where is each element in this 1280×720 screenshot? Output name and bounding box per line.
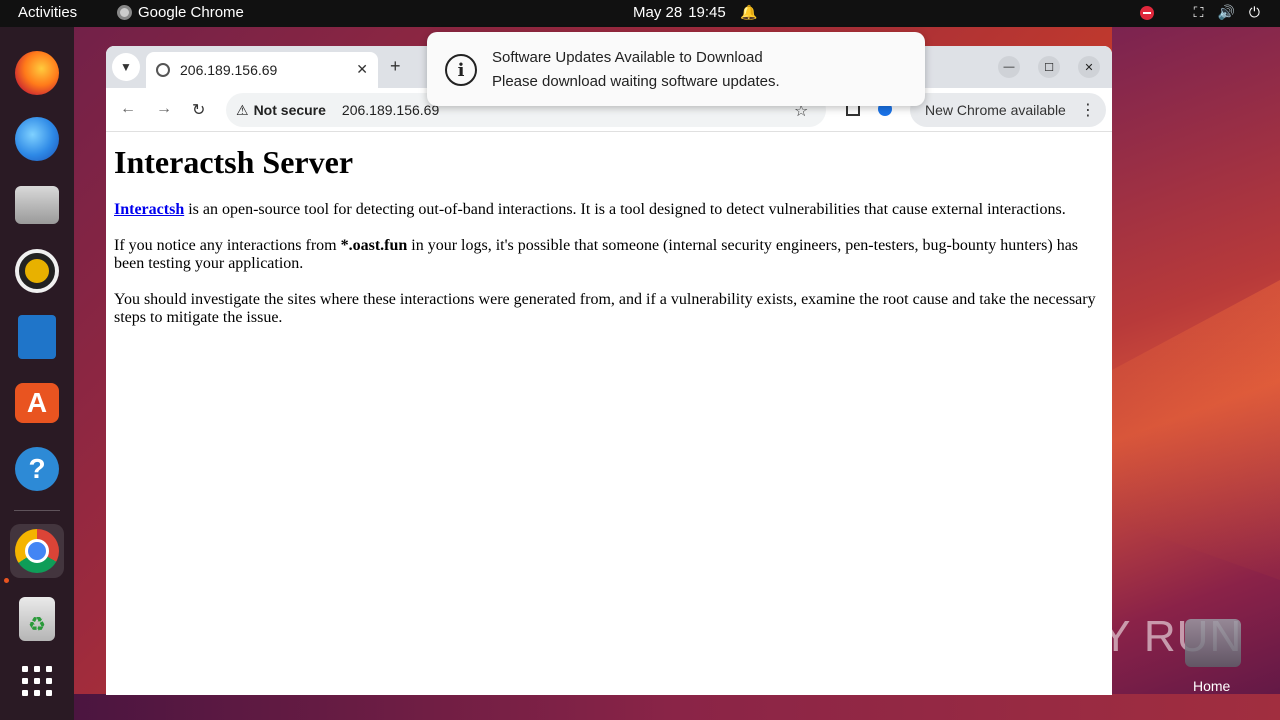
dock-thunderbird[interactable] <box>10 112 64 166</box>
dock: A ? ♻ <box>0 27 74 720</box>
dock-help[interactable]: ? <box>10 442 64 496</box>
maximize-button[interactable]: ☐ <box>1038 56 1060 78</box>
home-folder-icon[interactable] <box>1185 619 1241 667</box>
thunderbird-icon <box>15 117 59 161</box>
tab-title: 206.189.156.69 <box>180 62 278 78</box>
dock-app-center[interactable]: A <box>10 376 64 430</box>
dock-files[interactable] <box>10 178 64 232</box>
dock-rhythmbox[interactable] <box>10 244 64 298</box>
chevron-down-icon: ▼ <box>120 60 132 74</box>
app-menu[interactable]: Google Chrome <box>117 4 244 21</box>
notification-title: Software Updates Available to Download <box>492 49 763 66</box>
show-apps-button[interactable] <box>10 654 64 708</box>
interactsh-link[interactable]: Interactsh <box>114 201 184 218</box>
warning-icon[interactable]: ⚠ <box>236 102 249 119</box>
notification-bell-icon[interactable]: 🔔 <box>740 4 757 21</box>
home-label[interactable]: Home <box>1193 678 1230 694</box>
page-title: Interactsh Server <box>114 144 354 180</box>
info-icon: i <box>445 54 477 86</box>
page-content: Interactsh Server Interactsh is an open-… <box>106 133 1112 695</box>
chrome-window: ▼ 206.189.156.69 ✕ + — ☐ ✕ ← → ↻ ⚠ Not s… <box>106 46 1112 695</box>
close-tab-icon[interactable]: ✕ <box>356 61 368 78</box>
app-name: Google Chrome <box>138 4 244 21</box>
rhythmbox-icon <box>15 249 59 293</box>
top-bar: Activities Google Chrome May 28 19:45 🔔 … <box>0 0 1280 27</box>
paragraph-investigate: You should investigate the sites where t… <box>114 291 1096 326</box>
show-apps-icon <box>22 666 52 696</box>
do-not-disturb-icon <box>1139 5 1154 20</box>
back-button[interactable]: ← <box>120 100 136 118</box>
dock-writer[interactable] <box>10 310 64 364</box>
tab-active[interactable]: 206.189.156.69 ✕ <box>146 52 378 88</box>
date: May 28 <box>633 4 683 21</box>
forward-button[interactable]: → <box>156 100 172 118</box>
app-center-icon: A <box>15 383 59 423</box>
close-window-button[interactable]: ✕ <box>1078 56 1100 78</box>
minimize-button[interactable]: — <box>998 56 1020 78</box>
url-text[interactable]: 206.189.156.69 <box>342 102 439 118</box>
network-icon: ⛶ <box>1193 4 1204 20</box>
help-icon: ? <box>15 447 59 491</box>
libreoffice-writer-icon <box>18 315 56 359</box>
dock-trash[interactable]: ♻ <box>10 592 64 646</box>
power-icon: ⏻ <box>1248 4 1260 20</box>
notification-body: Please download waiting software updates… <box>492 73 780 90</box>
globe-icon <box>156 63 170 77</box>
notice-text-before: If you notice any interactions from <box>114 237 341 254</box>
tab-search-button[interactable]: ▼ <box>112 53 140 81</box>
time: 19:45 <box>688 4 726 21</box>
dock-separator <box>14 510 60 511</box>
reload-button[interactable]: ↻ <box>192 100 205 120</box>
new-chrome-available-button[interactable]: New Chrome available ⋮ <box>910 93 1106 127</box>
security-label[interactable]: Not secure <box>254 102 326 118</box>
intro-text: is an open-source tool for detecting out… <box>184 201 1066 218</box>
activities-button[interactable]: Activities <box>18 4 77 21</box>
clock[interactable]: May 28 19:45 <box>633 4 726 21</box>
system-tray[interactable]: ⛶ 🔊 ⏻ <box>1139 4 1260 21</box>
dock-chrome[interactable] <box>10 524 64 578</box>
dock-firefox[interactable] <box>10 46 64 100</box>
update-label: New Chrome available <box>925 102 1066 118</box>
running-indicator <box>4 578 9 583</box>
volume-icon: 🔊 <box>1217 4 1235 20</box>
trash-icon: ♻ <box>19 597 55 641</box>
files-icon <box>15 186 59 224</box>
paragraph-intro: Interactsh is an open-source tool for de… <box>114 201 1104 219</box>
chrome-icon <box>117 5 132 20</box>
notification-banner[interactable]: i Software Updates Available to Download… <box>427 32 925 106</box>
wallpaper-facet <box>74 694 1280 720</box>
chrome-icon <box>15 529 59 573</box>
more-menu-icon[interactable]: ⋮ <box>1080 100 1096 120</box>
firefox-icon <box>15 51 59 95</box>
paragraph-notice: If you notice any interactions from *.oa… <box>114 237 1104 273</box>
domain-text: *.oast.fun <box>340 237 408 254</box>
new-tab-button[interactable]: + <box>390 56 401 77</box>
